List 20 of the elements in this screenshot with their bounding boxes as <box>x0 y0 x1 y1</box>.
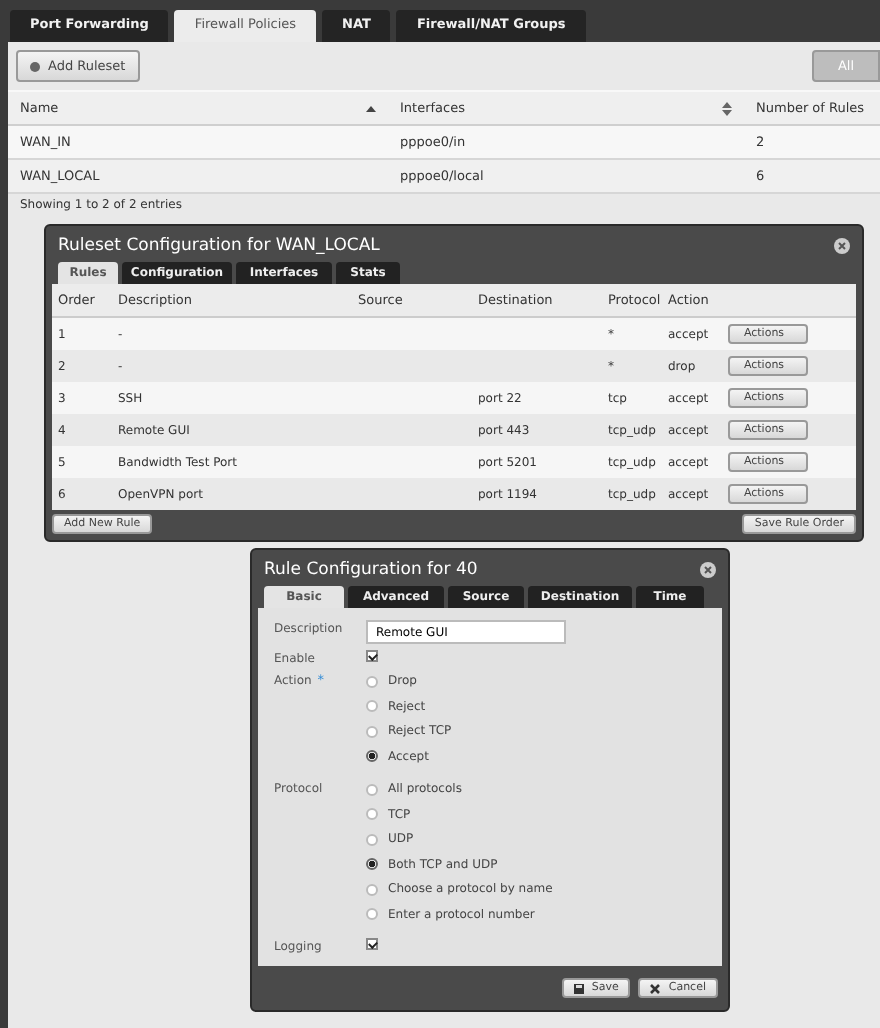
dialog-title: Rule Configuration for 40 <box>264 560 478 580</box>
dialog-title: Ruleset Configuration for WAN_LOCAL <box>58 236 380 256</box>
radio-button[interactable] <box>366 783 378 796</box>
radio-button[interactable] <box>366 725 378 738</box>
radio-button[interactable] <box>366 808 378 821</box>
radio-button[interactable] <box>366 883 378 896</box>
close-icon[interactable] <box>834 238 850 254</box>
radio-button[interactable] <box>366 908 378 921</box>
close-icon[interactable] <box>700 562 716 578</box>
floppy-icon <box>573 983 584 993</box>
enable-checkbox[interactable] <box>366 650 378 662</box>
sort-up-icon <box>366 105 376 111</box>
radio-button[interactable] <box>366 675 378 688</box>
radio-button[interactable] <box>366 833 378 846</box>
radio-button[interactable] <box>366 858 378 871</box>
radio-button[interactable] <box>366 700 378 713</box>
sort-icon <box>722 101 732 115</box>
close-icon <box>650 983 661 993</box>
radio-button[interactable] <box>366 750 378 763</box>
logging-checkbox[interactable] <box>366 938 378 950</box>
